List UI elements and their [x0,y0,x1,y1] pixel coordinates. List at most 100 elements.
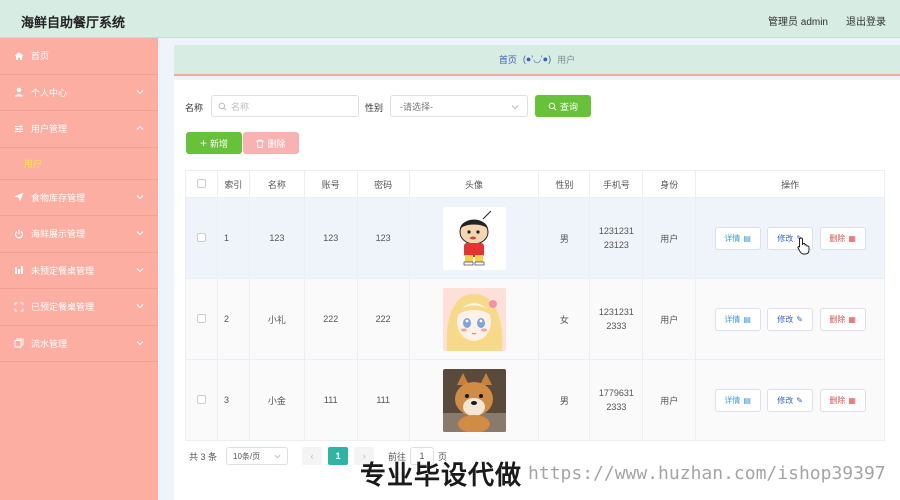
frame-icon [14,302,24,312]
sidebar-item-label: 用户管理 [31,124,68,135]
document-icon: ▤ [743,314,751,324]
row-checkbox[interactable] [196,232,206,242]
sidebar-subitem-user[interactable]: 用户 [0,148,158,180]
chevron-down-icon [136,231,144,236]
cell-phone: 1231231 23123 [589,197,644,279]
delete-button[interactable]: 删除 ▦ [819,388,866,412]
cell-actions: 详情 ▤ 修改 ✎ 删除 ▦ [695,359,885,441]
row-checkbox[interactable] [196,313,206,323]
cell-phone-line: 2333 [606,402,627,412]
breadcrumb: 首页 (●'◡'●) 用户 [174,45,900,76]
sidebar-item-home[interactable]: 首页 [0,38,158,75]
cell-role: 用户 [642,278,697,360]
sidebar-item-label: 流水管理 [31,338,68,349]
cell-phone-line: 2333 [606,321,627,331]
name-search-placeholder: 名称 [231,101,250,112]
prev-page-button[interactable]: ‹ [302,447,323,465]
sidebar-item-unreserved-tables[interactable]: 未预定餐桌管理 [0,253,158,289]
table-header-row: 索引 名称 账号 密码 头像 性别 手机号 身份 操作 [185,170,885,198]
sidebar-item-label: 海鲜展示管理 [31,229,86,240]
delete-button-label: 删除 [829,233,846,243]
cell-password: 123 [356,197,410,279]
cell-name: 123 [248,197,305,279]
cell-actions: 详情 ▤ 修改 ✎ 删除 ▦ [695,197,885,279]
batch-delete-label: 删除 [267,138,286,149]
sidebar-item-label: 未预定餐桌管理 [31,265,95,276]
app-title: 海鲜自助餐厅系统 [21,15,126,30]
next-page-button[interactable]: › [354,447,375,465]
cell-avatar [408,197,540,279]
page-jump-prefix: 前往 [388,451,407,462]
detail-button-label: 详情 [724,233,741,243]
gender-select[interactable]: -请选择- [390,95,528,117]
page-jump-value: 1 [419,451,425,461]
table-row: 3 小金 111 111 男 1779631 2333 用户 详情 ▤ 修改 ✎… [185,359,885,441]
pencil-icon: ✎ [796,314,803,324]
delete-button[interactable]: 删除 ▦ [819,226,866,250]
sidebar-item-label: 个人中心 [31,87,68,98]
sidebar-item-personal-center[interactable]: 个人中心 [0,75,158,111]
cell-index: 2 [216,278,250,360]
delete-button-label: 删除 [829,314,846,324]
chevron-down-icon [136,304,144,309]
breadcrumb-home[interactable]: 首页 [499,53,517,66]
sidebar-item-cashflow[interactable]: 流水管理 [0,326,158,362]
document-icon: ▤ [743,395,751,405]
table-row: 2 小礼 222 222 女 1231231 2333 用户 详情 ▤ 修改 ✎… [185,278,885,360]
cell-password: 111 [356,359,410,441]
detail-button[interactable]: 详情 ▤ [714,307,761,331]
sidebar-item-seafood-display[interactable]: 海鲜展示管理 [0,216,158,253]
cell-gender: 男 [538,197,591,279]
table-row: 1 123 123 123 男 1231231 23123 用户 详情 ▤ 修改… [185,197,885,279]
chart-icon [14,265,24,275]
cell-phone-line: 23123 [603,240,629,250]
page-number-current[interactable]: 1 [328,447,349,465]
cell-gender: 男 [538,359,591,441]
page-size-select[interactable]: 10条/页 [226,447,289,465]
select-all-cell[interactable] [185,170,218,198]
column-header: 账号 [303,170,358,198]
edit-button[interactable]: 修改 ✎ [767,307,814,331]
sidebar-item-user-management[interactable]: 用户管理 [0,111,158,148]
name-search-input[interactable]: 名称 [211,95,359,117]
chevron-up-icon [136,125,144,130]
cell-account: 222 [303,278,358,360]
page-jump: 前往 1 页 [388,447,447,465]
hand-cursor-icon [797,237,810,255]
cell-role: 用户 [642,359,697,441]
detail-button-label: 详情 [724,314,741,324]
column-header: 索引 [216,170,250,198]
column-header: 性别 [538,170,591,198]
name-filter-label: 名称 [185,103,204,113]
power-icon [14,229,24,239]
edit-button[interactable]: 修改 ✎ [767,388,814,412]
cell-phone-line: 1779631 [598,388,634,398]
delete-button[interactable]: 删除 ▦ [819,307,866,331]
user-icon [14,87,24,97]
sidebar-item-food-stock[interactable]: 食物库存管理 [0,180,158,216]
detail-button[interactable]: 详情 ▤ [714,226,761,250]
search-icon [548,102,557,110]
cell-account: 111 [303,359,358,441]
breadcrumb-separator: (●'◡'●) [522,54,552,64]
edit-button-label: 修改 [777,314,794,324]
add-button[interactable]: + 新增 [186,132,242,154]
column-header: 密码 [356,170,410,198]
cell-name: 小礼 [248,278,305,360]
search-button[interactable]: 查询 [535,95,591,117]
detail-button[interactable]: 详情 ▤ [714,388,761,412]
row-checkbox[interactable] [196,394,206,404]
logout-link[interactable]: 退出登录 [846,13,886,28]
chevron-down-icon [136,194,144,199]
cell-phone-line: 1231231 [598,226,634,236]
column-header: 名称 [248,170,305,198]
add-button-label: 新增 [210,138,229,149]
cell-avatar [408,359,540,441]
document-icon: ▤ [743,233,751,243]
page-jump-input[interactable]: 1 [410,447,435,465]
cell-index: 3 [216,359,250,441]
batch-delete-button[interactable]: 删除 [243,132,299,154]
sidebar-item-reserved-tables[interactable]: 已预定餐桌管理 [0,289,158,326]
select-all-checkbox[interactable] [196,178,206,188]
send-icon [14,192,24,202]
